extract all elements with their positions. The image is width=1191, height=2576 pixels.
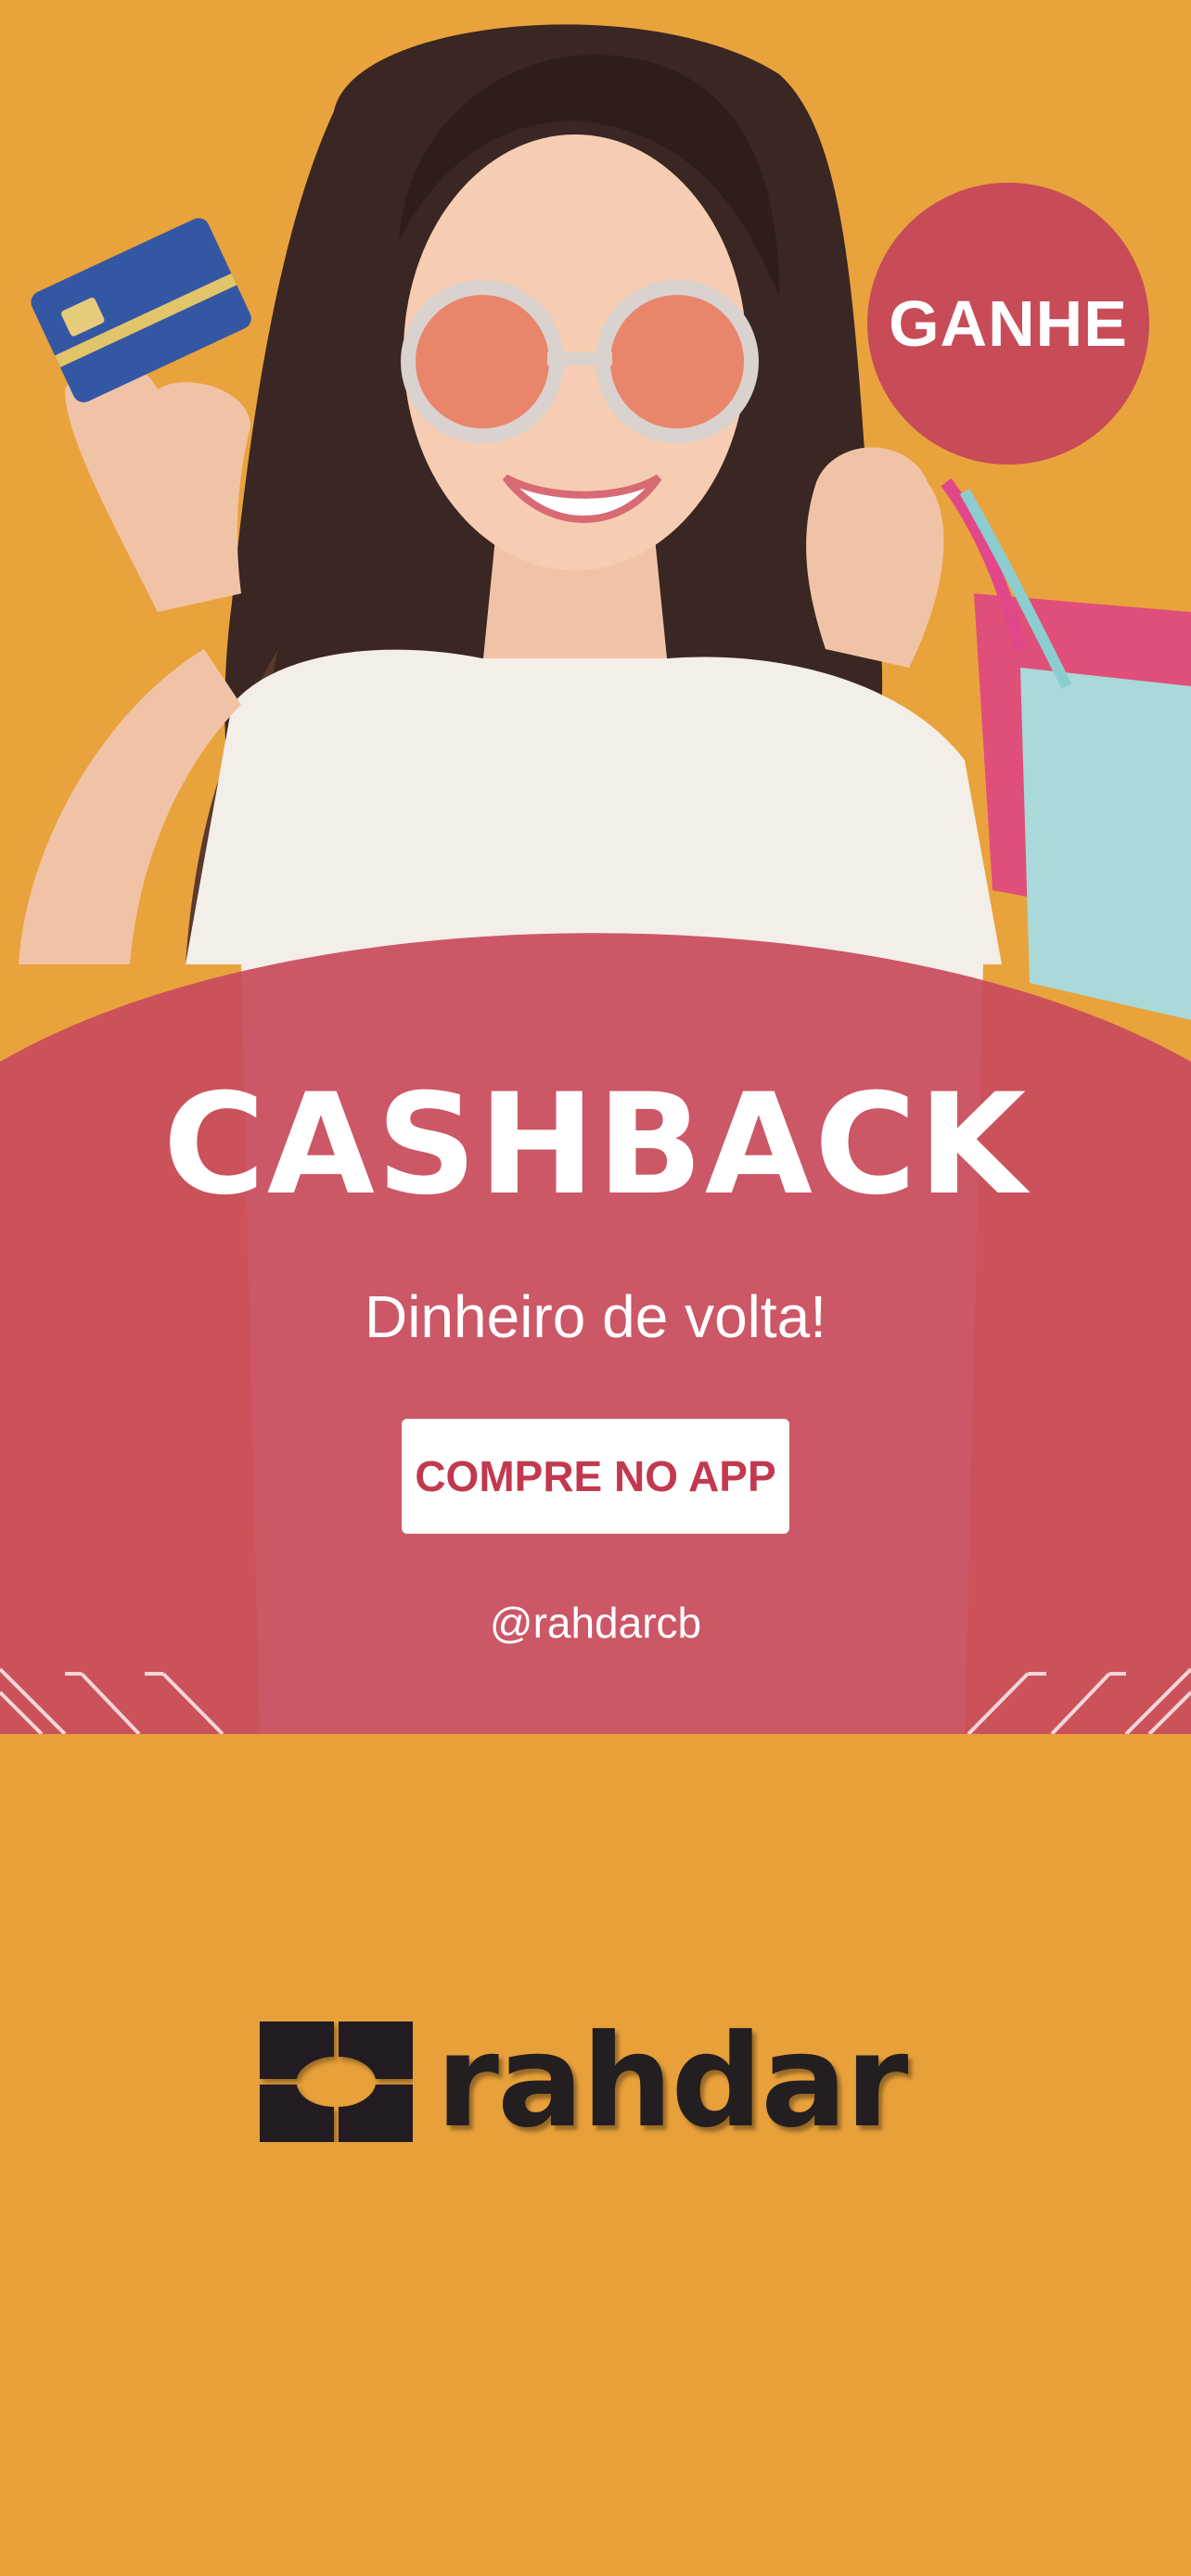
headline: CASHBACK <box>162 1065 1029 1226</box>
promo-screen: GANHE CASHBACK Dinheiro de volta! COMPRE… <box>0 0 1191 2576</box>
cta-label: COMPRE NO APP <box>415 1452 776 1500</box>
social-handle[interactable]: @rahdarcb <box>0 1601 1191 1644</box>
ganhe-badge: GANHE <box>867 183 1149 465</box>
hero-section: GANHE CASHBACK Dinheiro de volta! COMPRE… <box>0 0 1191 1734</box>
brand-wordmark: rahdar <box>436 2007 908 2156</box>
logo-mark-icon <box>260 2021 413 2142</box>
compre-no-app-button[interactable]: COMPRE NO APP <box>402 1419 789 1534</box>
brand-logo: rahdar <box>260 2012 946 2151</box>
badge-label: GANHE <box>889 287 1128 360</box>
subheadline: Dinheiro de volta! <box>364 1283 827 1350</box>
